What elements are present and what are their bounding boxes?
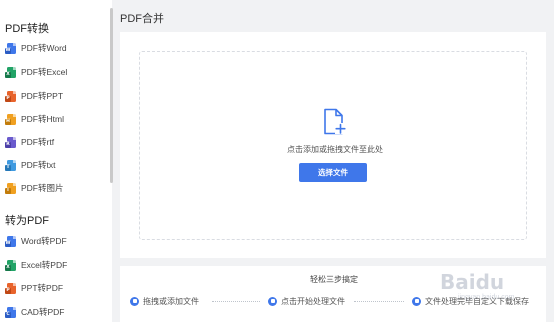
step-label: 拖拽或添加文件 — [143, 296, 199, 306]
txt-file-icon: T — [5, 159, 16, 171]
sidebar-item-label: PDF转PPT — [21, 91, 64, 101]
step-label: 点击开始处理文件 — [281, 296, 345, 306]
page-title: PDF合并 — [120, 13, 164, 25]
sidebar-scrollbar[interactable] — [110, 8, 113, 183]
step-2: 点击开始处理文件 — [268, 295, 345, 307]
section-title-to-pdf: 转为PDF — [5, 215, 49, 227]
ppt-file-icon: P — [5, 282, 16, 294]
step-divider — [212, 301, 260, 302]
steps-title: 轻松三步搞定 — [310, 275, 358, 284]
sidebar-item-label: PDF转rtf — [21, 137, 55, 147]
rtf-file-icon: R — [5, 136, 16, 148]
sidebar-item-label: Excel转PDF — [21, 260, 68, 270]
sidebar-item-pdf-to-rtf[interactable]: R PDF转rtf — [5, 135, 55, 149]
sidebar-item-label: PDF转Excel — [21, 67, 68, 77]
ppt-file-icon: P — [5, 90, 16, 102]
sidebar-item-ppt-to-pdf[interactable]: P PPT转PDF — [5, 281, 64, 295]
file-icon — [130, 296, 139, 306]
sidebar-item-pdf-to-excel[interactable]: X PDF转Excel — [5, 65, 68, 79]
step-1: 拖拽或添加文件 — [130, 295, 199, 307]
excel-file-icon: X — [5, 66, 16, 78]
cad-file-icon: C — [5, 306, 16, 318]
image-file-icon: I — [5, 182, 16, 194]
sidebar-item-label: PDF转图片 — [21, 183, 64, 193]
drop-hint-text: 点击添加或拖拽文件至此处 — [287, 145, 383, 154]
sidebar-item-pdf-to-txt[interactable]: T PDF转txt — [5, 158, 56, 172]
download-icon — [412, 296, 421, 306]
sidebar-item-excel-to-pdf[interactable]: X Excel转PDF — [5, 258, 68, 272]
section-title-pdf-convert: PDF转换 — [5, 23, 49, 35]
sidebar-item-label: PDF转txt — [21, 160, 56, 170]
select-file-button[interactable]: 选择文件 — [299, 163, 367, 182]
word-file-icon: W — [5, 42, 16, 54]
html-file-icon: H — [5, 113, 16, 125]
step-3: 文件处理完毕自定义下载保存 — [412, 295, 529, 307]
word-file-icon: W — [5, 235, 16, 247]
sidebar-item-pdf-to-html[interactable]: H PDF转Html — [5, 112, 64, 126]
step-divider — [354, 301, 404, 302]
sidebar-item-pdf-to-word[interactable]: W PDF转Word — [5, 41, 67, 55]
add-file-icon[interactable] — [322, 108, 346, 136]
sidebar-item-label: PDF转Word — [21, 43, 67, 53]
file-icon — [268, 296, 277, 306]
sidebar-item-pdf-to-ppt[interactable]: P PDF转PPT — [5, 89, 64, 103]
sidebar-item-word-to-pdf[interactable]: W Word转PDF — [5, 234, 67, 248]
sidebar-item-label: PPT转PDF — [21, 283, 64, 293]
step-label: 文件处理完毕自定义下载保存 — [425, 296, 529, 306]
sidebar-item-label: CAD转PDF — [21, 307, 65, 317]
excel-file-icon: X — [5, 259, 16, 271]
sidebar-item-label: PDF转Html — [21, 114, 64, 124]
sidebar: PDF转换 W PDF转Word X PDF转Excel P PDF转PPT H… — [0, 0, 112, 322]
sidebar-item-pdf-to-image[interactable]: I PDF转图片 — [5, 181, 64, 195]
sidebar-item-label: Word转PDF — [21, 236, 67, 246]
sidebar-item-cad-to-pdf[interactable]: C CAD转PDF — [5, 305, 65, 319]
